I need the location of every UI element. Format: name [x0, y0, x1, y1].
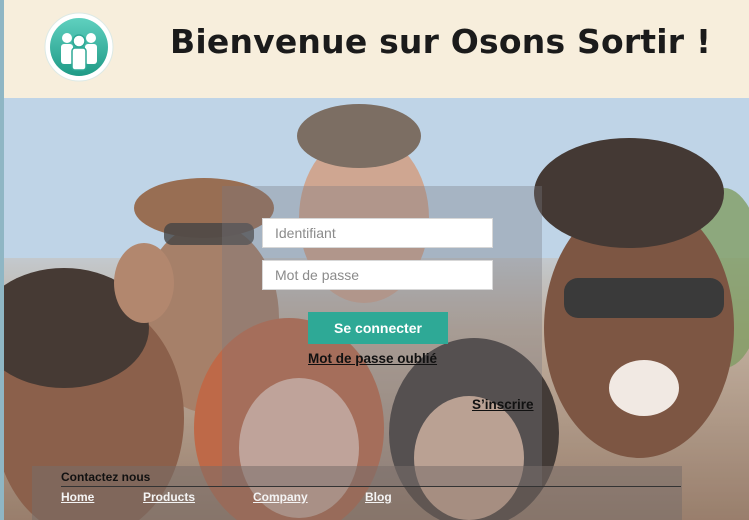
hero-background: [4, 98, 749, 520]
login-button[interactable]: Se connecter: [308, 312, 448, 344]
footer-contact-title: Contactez nous: [61, 470, 151, 484]
signup-link[interactable]: S’inscrire: [472, 397, 534, 412]
forgot-password-link[interactable]: Mot de passe oublié: [308, 351, 437, 366]
header: Bienvenue sur Osons Sortir !: [4, 0, 749, 98]
group-of-people-icon: [42, 10, 116, 84]
username-input[interactable]: [262, 218, 493, 248]
footer: Contactez nous Home Products Company Blo…: [32, 466, 682, 520]
password-input[interactable]: [262, 260, 493, 290]
page-title: Bienvenue sur Osons Sortir !: [170, 22, 712, 61]
footer-link-products[interactable]: Products: [143, 490, 195, 504]
footer-link-blog[interactable]: Blog: [365, 490, 392, 504]
footer-link-home[interactable]: Home: [61, 490, 94, 504]
footer-link-company[interactable]: Company: [253, 490, 308, 504]
footer-divider: [61, 486, 681, 487]
